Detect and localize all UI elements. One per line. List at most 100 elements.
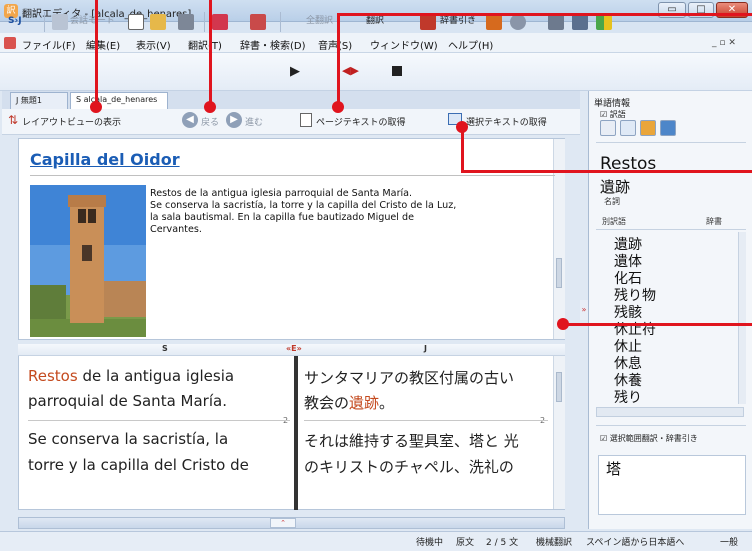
translation-checkbox-label: 訳語	[609, 110, 626, 119]
layout-view-button[interactable]: レイアウトビューの表示	[22, 115, 121, 128]
menu-translate[interactable]: 翻訳(T)	[188, 37, 222, 52]
target-row-divider	[304, 420, 548, 421]
forward-button[interactable]: 進む	[245, 115, 263, 128]
status-domain: 一般	[720, 538, 739, 548]
layout-columns-icon[interactable]	[212, 14, 228, 30]
parallel-scroll-thumb[interactable]	[556, 372, 562, 402]
keyboard-icon[interactable]	[572, 14, 588, 30]
alternatives-column-header: 別訳語	[602, 217, 626, 226]
part-of-speech: 名詞	[604, 197, 620, 206]
back-icon[interactable]: ◀	[182, 112, 198, 128]
menu-window[interactable]: ウィンドウ(W)	[370, 37, 438, 52]
toolbar-separator	[280, 12, 281, 32]
callout-line-splitter	[565, 323, 752, 326]
word-panel-tool-4-icon[interactable]	[660, 120, 676, 136]
callout-dot-page-text	[332, 101, 344, 113]
menu-view[interactable]: 表示(V)	[136, 37, 171, 52]
panel-splitter-arrow[interactable]: »	[580, 300, 588, 320]
page-paragraph: Restos de la antigua iglesia parroquial …	[150, 188, 457, 235]
swap-columns-button[interactable]: «E»	[286, 344, 302, 353]
callout-line-selected-text-h	[461, 170, 752, 173]
selection-translate-checkbox[interactable]: ☑ 選択範囲翻訳・辞書引き	[600, 433, 698, 444]
font-icon[interactable]	[250, 14, 266, 30]
callout-dot-back	[204, 101, 216, 113]
status-direction: スペイン語から日本語へ	[586, 538, 685, 548]
target-sentence-1-punct: 。	[379, 394, 395, 412]
layout-view-icon: ⇅	[8, 113, 19, 127]
web-view-scroll-thumb[interactable]	[556, 258, 562, 288]
highlighted-source-word[interactable]: Restos	[28, 367, 78, 385]
source-sentence-1-text: de la antigua iglesia	[77, 367, 235, 385]
alternatives-scrollbar[interactable]	[738, 232, 746, 404]
word-panel-tool-2-icon[interactable]	[620, 120, 636, 136]
target-sentence-1-text: 教会の	[304, 394, 350, 412]
source-row-divider	[28, 420, 290, 421]
dictionary-icon[interactable]	[420, 14, 436, 30]
speaker-icon[interactable]	[548, 14, 564, 30]
toolbar-separator	[44, 12, 45, 32]
tab-alcala[interactable]: S alcala_de_henares	[70, 92, 168, 109]
word-translation: 遺跡	[600, 178, 631, 196]
web-view-scrollbar[interactable]	[553, 139, 565, 339]
target-column-label: J	[424, 344, 427, 353]
source-sentence-2-line-2[interactable]: torre y la capilla del Cristo de	[28, 456, 249, 474]
callout-line-page-text-v	[337, 13, 340, 103]
callout-dot-selected-text	[456, 121, 468, 133]
word-panel-title: 単語情報	[594, 99, 631, 109]
back-button[interactable]: 戻る	[201, 115, 219, 128]
conversation-mode-icon[interactable]	[52, 14, 68, 30]
dictionary-column-header: 辞書	[706, 217, 722, 226]
menu-dictionary[interactable]: 辞書・検索(D)	[240, 37, 306, 52]
selection-translate-label: 選択範囲翻訳・辞書引き	[609, 434, 698, 443]
page-text-icon	[300, 113, 312, 127]
tab-untitled[interactable]: J 無題1	[10, 92, 68, 109]
menu-edit[interactable]: 編集(E)	[86, 37, 120, 52]
heading-divider	[30, 175, 555, 176]
translation-checkbox[interactable]: ☑ 訳語	[600, 109, 626, 120]
selected-text-button[interactable]: 選択テキストの取得	[466, 115, 547, 128]
menu-help[interactable]: ヘルプ(H)	[448, 37, 493, 52]
callout-dot-splitter	[557, 318, 569, 330]
source-sentence-1-line-2[interactable]: parroquial de Santa María.	[28, 392, 227, 410]
highlighted-target-word[interactable]: 遺跡	[349, 394, 379, 412]
splitter-toggle-icon[interactable]: ⌃	[270, 518, 296, 528]
alternative-item[interactable]: 残り	[614, 387, 642, 407]
beginner-mark-icon[interactable]	[596, 14, 612, 30]
lookup-input-value: 塔	[606, 460, 622, 478]
target-sentence-2-line-1[interactable]: それは維持する聖具室、塔と 光	[304, 430, 519, 451]
word-panel-tool-3-icon[interactable]	[640, 120, 656, 136]
settings-icon[interactable]	[510, 14, 526, 30]
page-text-button[interactable]: ページテキストの取得	[316, 115, 406, 128]
target-sentence-1-line-1[interactable]: サンタマリアの教区付属の古い	[304, 367, 514, 388]
dictionary-tool-icon[interactable]	[486, 14, 502, 30]
new-document-icon[interactable]	[128, 14, 144, 30]
forward-icon[interactable]: ▶	[226, 112, 242, 128]
print-icon[interactable]	[178, 14, 194, 30]
mdi-controls[interactable]: _ ▫ ✕	[712, 38, 746, 50]
play-icon[interactable]: ▶	[290, 64, 300, 79]
callout-line-back	[209, 0, 212, 103]
word-panel-divider	[596, 142, 746, 143]
menu-sound[interactable]: 音声(S)	[318, 37, 352, 52]
language-pair-button[interactable]: S›J	[8, 10, 22, 32]
callout-line-layout-view	[95, 0, 98, 103]
status-sentence-position: 2 / 5 文	[486, 538, 519, 548]
callout-dot-layout-view	[90, 101, 102, 113]
open-folder-icon[interactable]	[150, 14, 166, 30]
column-separator[interactable]	[294, 356, 298, 510]
callout-line-page-text-h	[338, 13, 752, 16]
translate-arrows-icon: ◀▶	[342, 64, 359, 77]
menu-file[interactable]: ファイル(F)	[22, 37, 76, 52]
word-panel-tool-1-icon[interactable]	[600, 120, 616, 136]
alternatives-hscrollbar[interactable]	[596, 407, 744, 417]
all-translate-button[interactable]: 全翻訳	[306, 10, 333, 32]
status-text-mode: 原文	[456, 538, 475, 548]
stop-icon[interactable]	[392, 66, 402, 76]
page-heading-link[interactable]: Capilla del Oidor	[30, 150, 180, 169]
conversation-mode-button[interactable]: 会話モード	[70, 10, 115, 32]
target-sentence-2-line-2[interactable]: のキリストのチャペル、洗礼の	[304, 456, 514, 477]
tower-photo	[30, 185, 146, 337]
target-sentence-1-line-2[interactable]: 教会の遺跡。	[304, 392, 394, 413]
source-sentence-2-line-1[interactable]: Se conserva la sacristía, la	[28, 430, 228, 448]
source-sentence-1-line-1[interactable]: Restos de la antigua iglesia	[28, 367, 234, 385]
